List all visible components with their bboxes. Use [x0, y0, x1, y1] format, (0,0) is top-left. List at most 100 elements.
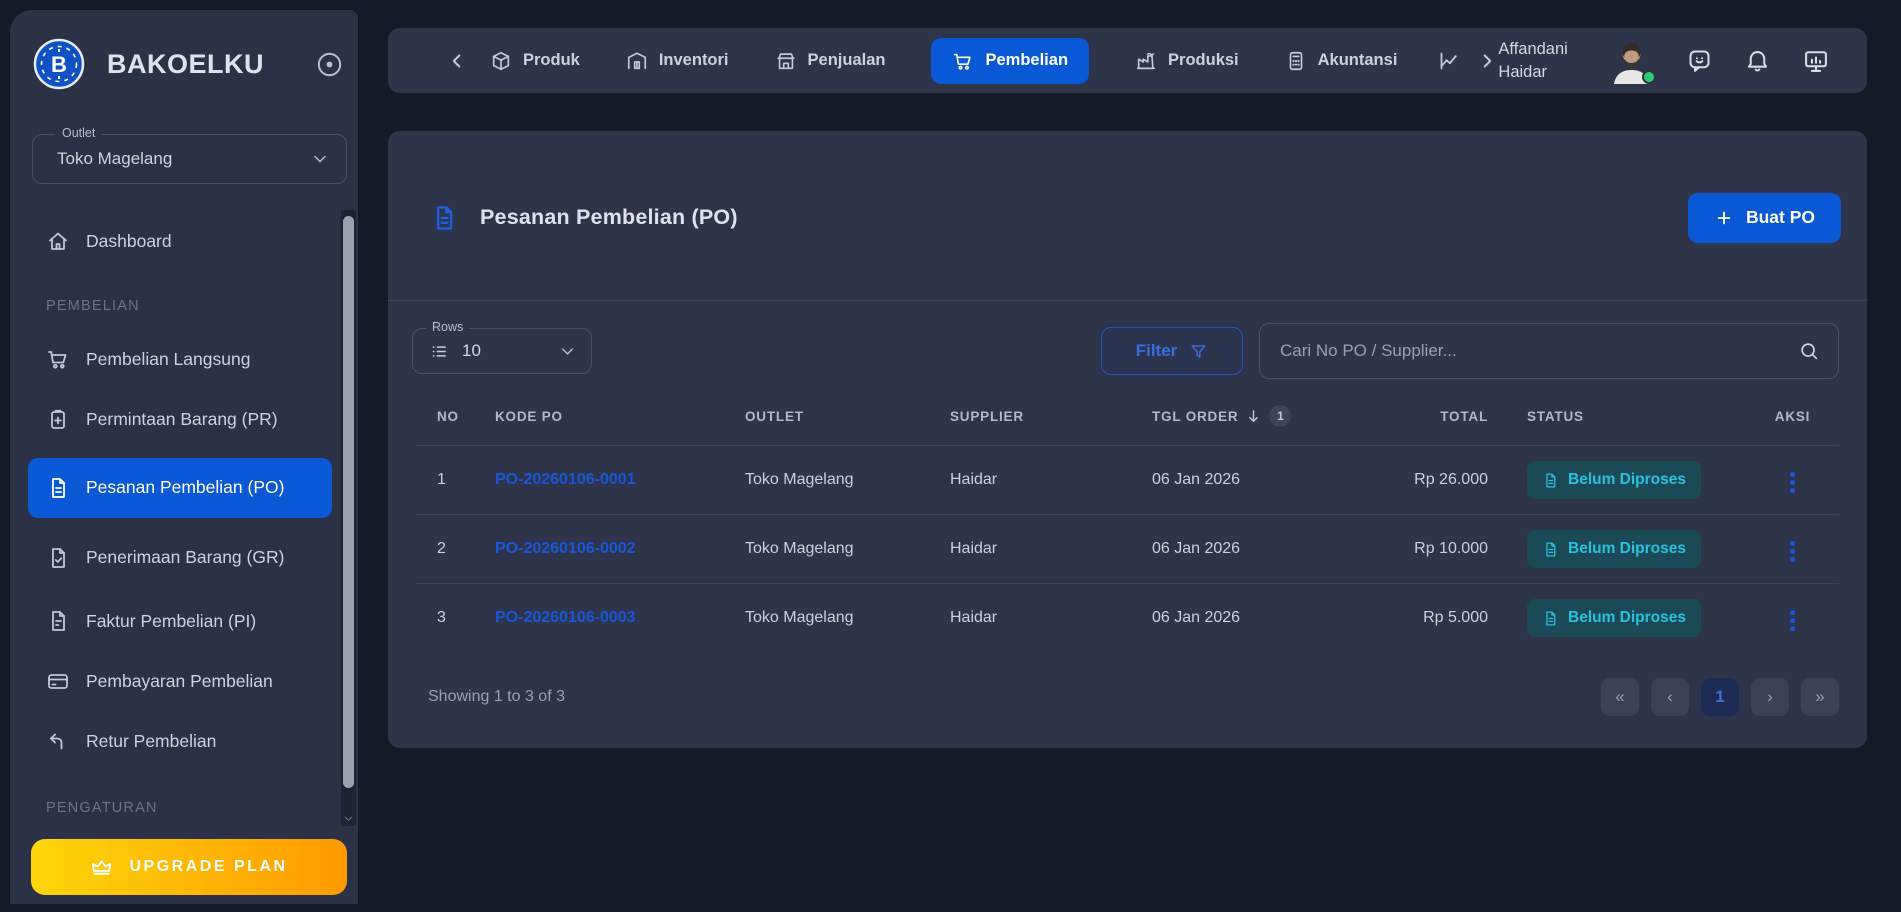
po-list-card: Pesanan Pembelian (PO) Buat PO Rows 10 — [388, 131, 1867, 748]
chart-tab-icon[interactable] — [1437, 49, 1461, 73]
sidebar-item-pembelian-langsung[interactable]: Pembelian Langsung — [10, 338, 334, 380]
app-root: B BAKOELKU Outlet Toko Magelang — [0, 0, 1901, 912]
sidebar-item-penerimaan-barang[interactable]: Penerimaan Barang (GR) — [10, 528, 334, 588]
sidebar-section-pengaturan: PENGATURAN — [10, 798, 334, 818]
po-code-link[interactable]: PO-20260106-0001 — [495, 471, 636, 488]
tab-inventori[interactable]: Inventori — [626, 50, 729, 72]
sidebar-scrollbar[interactable] — [341, 210, 356, 826]
col-header-tgl-order: TGL ORDER 1 — [1131, 405, 1371, 427]
page-title: Pesanan Pembelian (PO) — [480, 205, 738, 230]
tab-produksi[interactable]: Produksi — [1135, 50, 1239, 72]
user-avatar[interactable] — [1608, 37, 1655, 84]
sidebar-item-label: Pembelian Langsung — [86, 349, 250, 370]
storefront-icon — [775, 50, 797, 72]
warehouse-icon — [626, 50, 648, 72]
table-row: 2 PO-20260106-0002 Toko Magelang Haidar … — [416, 514, 1839, 583]
showing-text: Showing 1 to 3 of 3 — [428, 688, 565, 706]
outlet-select[interactable]: Outlet Toko Magelang — [32, 134, 347, 184]
row-actions-kebab-icon[interactable] — [1782, 468, 1803, 497]
tabs-scroll-left-button[interactable] — [446, 50, 468, 72]
col-header-supplier: SUPPLIER — [929, 409, 1131, 424]
tab-produk[interactable]: Produk — [490, 50, 580, 72]
table-row: 3 PO-20260106-0003 Toko Magelang Haidar … — [416, 583, 1839, 652]
tab-akuntansi[interactable]: Akuntansi — [1285, 50, 1398, 72]
cell-no: 2 — [416, 540, 474, 558]
cell-outlet: Toko Magelang — [724, 609, 929, 627]
display-monitor-icon[interactable] — [1802, 47, 1830, 75]
sidebar-item-permintaan-barang[interactable]: Permintaan Barang (PR) — [10, 398, 334, 440]
sidebar-item-label: Dashboard — [86, 231, 172, 252]
status-label: Belum Diproses — [1568, 540, 1686, 558]
brand-name: BAKOELKU — [107, 49, 264, 80]
pagination-prev-button[interactable]: ‹ — [1651, 678, 1689, 716]
upgrade-plan-button[interactable]: UPGRADE PLAN — [31, 839, 347, 895]
sidebar-item-label: Pembayaran Pembelian — [86, 671, 273, 692]
po-code-link[interactable]: PO-20260106-0002 — [495, 540, 636, 557]
module-tabs: Produk Inventori Penjualan Pembelian — [490, 38, 1397, 84]
sidebar-item-dashboard[interactable]: Dashboard — [10, 220, 334, 262]
chat-icon[interactable] — [1686, 47, 1713, 74]
outlet-select-label: Outlet — [55, 126, 102, 140]
row-actions-kebab-icon[interactable] — [1782, 606, 1803, 635]
pagination-next-button[interactable]: › — [1751, 678, 1789, 716]
tabs-scroll-right-button[interactable] — [1476, 50, 1498, 72]
filter-button[interactable]: Filter — [1101, 327, 1243, 375]
scroll-down-icon[interactable] — [343, 813, 354, 824]
rows-per-page-select[interactable]: Rows 10 — [412, 328, 592, 374]
tab-penjualan[interactable]: Penjualan — [775, 50, 886, 72]
search-box — [1259, 323, 1839, 379]
table-controls: Rows 10 Filter — [388, 323, 1867, 379]
cell-supplier: Haidar — [929, 609, 1131, 627]
tab-label: Akuntansi — [1318, 51, 1398, 70]
status-badge: Belum Diproses — [1527, 599, 1701, 637]
tab-label: Produksi — [1168, 51, 1239, 70]
sidebar-collapse-button[interactable] — [316, 50, 344, 78]
col-header-kode-po: KODE PO — [474, 409, 724, 424]
card-header: Pesanan Pembelian (PO) Buat PO — [388, 131, 1867, 301]
row-actions-kebab-icon[interactable] — [1782, 537, 1803, 566]
calculator-icon — [1285, 50, 1307, 72]
tabs-overflow — [1437, 49, 1498, 73]
tab-label: Pembelian — [985, 51, 1068, 70]
package-icon — [490, 50, 512, 72]
pagination-page-1-button[interactable]: 1 — [1701, 678, 1739, 716]
tab-label: Penjualan — [808, 51, 886, 70]
sort-control-tgl-order[interactable]: TGL ORDER 1 — [1152, 405, 1291, 427]
scrollbar-thumb[interactable] — [343, 216, 354, 788]
filter-button-label: Filter — [1136, 341, 1178, 361]
chevron-down-icon — [558, 342, 577, 361]
tab-label: Inventori — [659, 51, 729, 70]
sidebar-item-retur-pembelian[interactable]: Retur Pembelian — [10, 720, 334, 762]
table-header-row: NO KODE PO OUTLET SUPPLIER TGL ORDER 1 T… — [416, 387, 1839, 445]
sidebar-item-pesanan-pembelian[interactable]: Pesanan Pembelian (PO) — [28, 458, 332, 518]
search-icon[interactable] — [1798, 340, 1820, 362]
sidebar-item-faktur-pembelian[interactable]: Faktur Pembelian (PI) — [10, 600, 334, 642]
outlet-select-value: Toko Magelang — [57, 149, 172, 169]
col-header-no: NO — [416, 409, 474, 424]
tab-pembelian[interactable]: Pembelian — [931, 38, 1089, 84]
col-header-total: TOTAL — [1371, 409, 1506, 424]
user-first-name: Affandani — [1498, 38, 1567, 60]
clipboard-plus-icon — [46, 407, 70, 431]
cell-outlet: Toko Magelang — [724, 471, 929, 489]
sidebar-item-label: Penerimaan Barang (GR) — [86, 546, 284, 569]
po-code-link[interactable]: PO-20260106-0003 — [495, 609, 636, 626]
cart-icon — [46, 347, 70, 371]
pagination: « ‹ 1 › » — [1601, 678, 1839, 716]
pagination-last-button[interactable]: » — [1801, 678, 1839, 716]
search-input[interactable] — [1280, 341, 1798, 361]
cell-outlet: Toko Magelang — [724, 540, 929, 558]
col-header-aksi: AKSI — [1746, 409, 1839, 424]
pagination-first-button[interactable]: « — [1601, 678, 1639, 716]
status-label: Belum Diproses — [1568, 471, 1686, 489]
cell-no: 3 — [416, 609, 474, 627]
notifications-bell-icon[interactable] — [1744, 47, 1771, 74]
status-label: Belum Diproses — [1568, 609, 1686, 627]
return-arrow-icon — [46, 729, 70, 753]
rows-select-label: Rows — [426, 320, 469, 334]
create-po-button[interactable]: Buat PO — [1688, 193, 1841, 243]
svg-text:B: B — [51, 52, 67, 77]
sidebar-section-pembelian: PEMBELIAN — [10, 296, 334, 316]
cell-supplier: Haidar — [929, 540, 1131, 558]
sidebar-item-pembayaran-pembelian[interactable]: Pembayaran Pembelian — [10, 660, 334, 702]
